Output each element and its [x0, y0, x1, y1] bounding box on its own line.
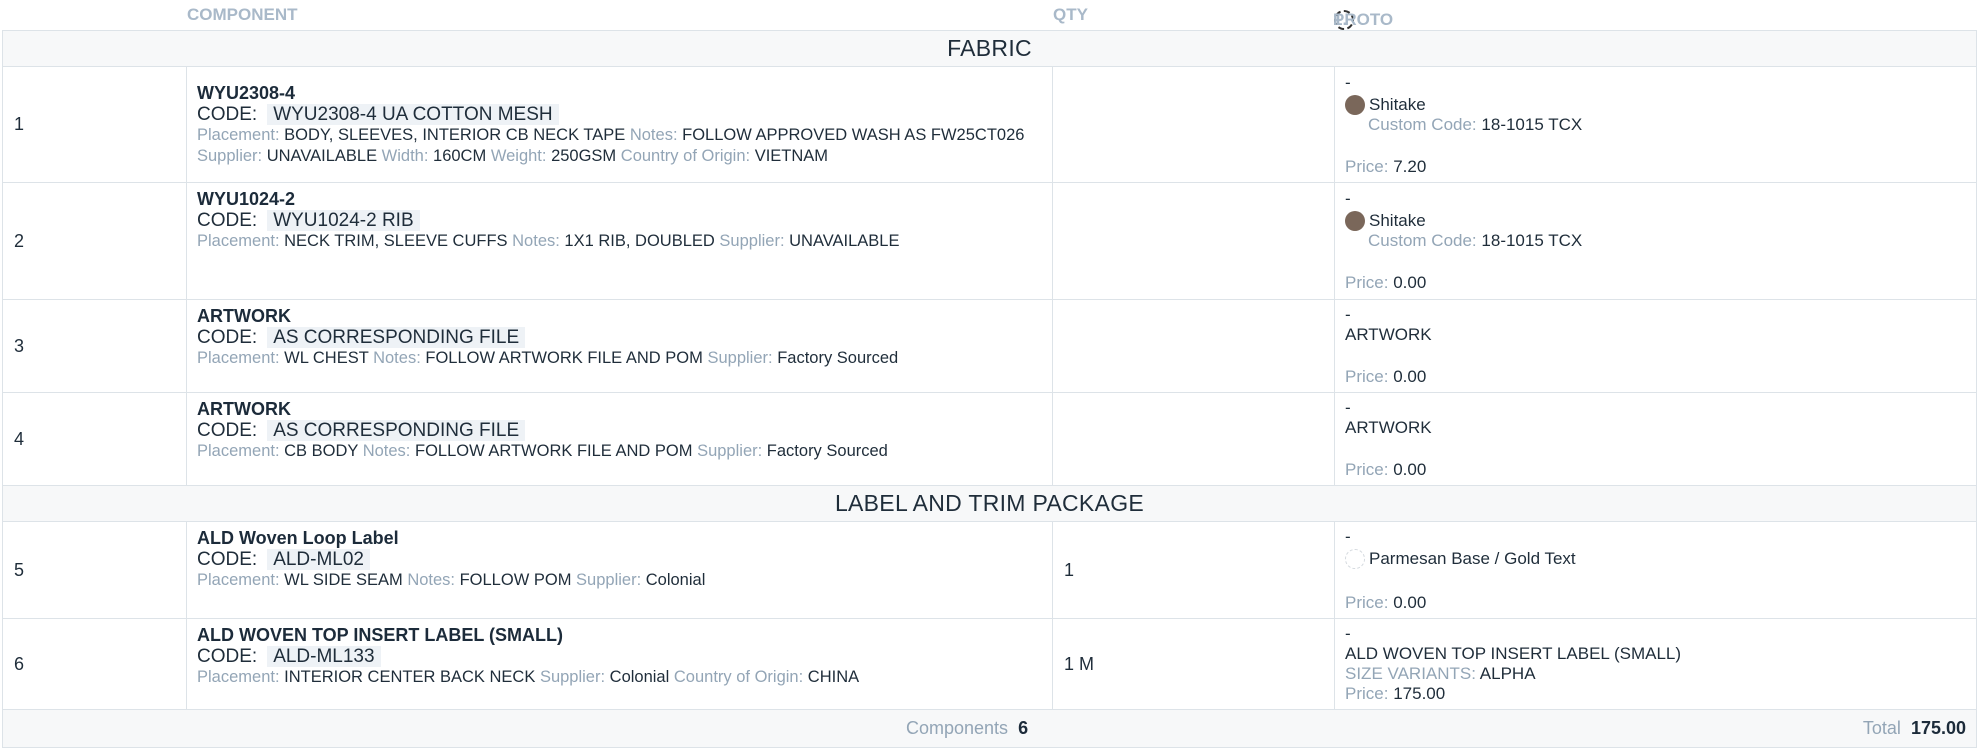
code-value: WYU2308-4 UA COTTON MESH — [267, 103, 559, 125]
total-summary: Total 175.00 — [1862, 718, 1966, 738]
component-meta: Placement: WL CHEST Notes: FOLLOW ARTWOR… — [197, 349, 899, 367]
color-dot-icon — [1345, 94, 1365, 115]
table-row[interactable]: 1 WYU2308-4 CODE: WYU2308-4 UA COTTON MES… — [2, 66, 1977, 183]
component-name: WYU2308-4 — [197, 82, 296, 103]
table-row[interactable]: 3 ARTWORK CODE: AS CORRESPONDING FILE Pla… — [2, 299, 1977, 393]
component-name: WYU1024-2 — [197, 189, 296, 209]
component-cell: WYU2308-4 CODE: WYU2308-4 UA COTTON MESH … — [186, 66, 1053, 183]
proto-cell[interactable]: - Parmesan Base / Gold Text Price: 0.00 — [1334, 521, 1977, 619]
qty-cell[interactable] — [1052, 66, 1335, 183]
qty-cell[interactable] — [1052, 299, 1335, 393]
color-dot-icon — [1345, 211, 1365, 231]
component-cell: ALD Woven Loop Label CODE: ALD-ML02 Place… — [186, 521, 1053, 619]
component-name: ARTWORK — [197, 306, 291, 326]
row-number: 6 — [2, 618, 187, 710]
code-line: CODE: AS CORRESPONDING FILE — [197, 327, 1042, 348]
component-meta: Placement: BODY, SLEEVES, INTERIOR CB NE… — [197, 125, 1025, 165]
section-row-label-trim: LABEL AND TRIM PACKAGE — [2, 485, 1977, 522]
price: Price: 0.00 — [1345, 367, 1427, 386]
component-cell: ARTWORK CODE: AS CORRESPONDING FILE Place… — [186, 299, 1053, 393]
component-name: ALD WOVEN TOP INSERT LABEL (SMALL) — [197, 625, 564, 645]
code-line: CODE: ALD-ML02 — [197, 549, 1042, 570]
row-number: 3 — [2, 299, 187, 393]
proto-cell[interactable]: - Shitake Custom Code: 18-1015 TCX Price… — [1334, 182, 1977, 300]
size-variants: SIZE VARIANTS: ALPHA — [1345, 664, 1536, 683]
section-row-fabric: FABRIC — [2, 30, 1977, 67]
row-number: 2 — [2, 182, 187, 300]
color-dot-icon — [1345, 549, 1365, 569]
component-cell: WYU1024-2 CODE: WYU1024-2 RIB Placement: … — [186, 182, 1053, 300]
color-swatch: Shitake — [1345, 211, 1966, 231]
color-name: Shitake — [1369, 94, 1426, 114]
proto-text: ARTWORK — [1345, 418, 1432, 437]
code-value: ALD-ML133 — [267, 646, 381, 667]
code-value: WYU1024-2 RIB — [267, 210, 420, 231]
column-header-component: COMPONENT — [187, 5, 298, 24]
qty-cell[interactable] — [1052, 392, 1335, 486]
component-meta: Placement: INTERIOR CENTER BACK NECK Sup… — [197, 668, 860, 686]
code-line: CODE: WYU1024-2 RIB — [197, 210, 1042, 231]
components-summary: Components 6 — [906, 718, 1029, 738]
code-value: AS CORRESPONDING FILE — [267, 420, 526, 441]
code-line: CODE: ALD-ML133 — [197, 646, 1042, 667]
section-title: FABRIC — [2, 30, 1977, 67]
table-row[interactable]: 6 ALD WOVEN TOP INSERT LABEL (SMALL) COD… — [2, 618, 1977, 710]
table-row[interactable]: 2 WYU1024-2 CODE: WYU1024-2 RIB Placement… — [2, 182, 1977, 300]
row-number: 5 — [2, 521, 187, 619]
proto-cell[interactable]: - ARTWORK Price: 0.00 — [1334, 299, 1977, 393]
price: Price: 0.00 — [1345, 273, 1427, 292]
proto-label: PROTO — [1333, 10, 1394, 29]
proto-text: ALD WOVEN TOP INSERT LABEL (SMALL) — [1345, 644, 1682, 663]
custom-code: Custom Code: 18-1015 TCX — [1368, 231, 1583, 250]
color-swatch: Shitake — [1345, 94, 1966, 115]
proto-text: ARTWORK — [1345, 325, 1432, 344]
code-line: CODE: WYU2308-4 UA COTTON MESH — [197, 103, 1042, 125]
summary-footer: Components 6 Total 175.00 — [2, 709, 1977, 748]
color-name: Parmesan Base / Gold Text — [1369, 549, 1576, 568]
row-number: 4 — [2, 392, 187, 486]
qty-cell[interactable] — [1052, 182, 1335, 300]
table-row[interactable]: 4 ARTWORK CODE: AS CORRESPONDING FILE Pla… — [2, 392, 1977, 486]
qty-cell[interactable]: 1 — [1052, 521, 1335, 619]
color-name: Shitake — [1369, 211, 1426, 230]
component-name: ARTWORK — [197, 399, 291, 419]
price: Price: 0.00 — [1345, 593, 1427, 612]
footer-cell: Components 6 Total 175.00 — [2, 709, 1977, 748]
qty-cell[interactable]: 1 M — [1052, 618, 1335, 710]
code-value: AS CORRESPONDING FILE — [267, 327, 526, 348]
proto-cell[interactable]: - ALD WOVEN TOP INSERT LABEL (SMALL) SIZ… — [1334, 618, 1977, 710]
custom-code: Custom Code: 18-1015 TCX — [1368, 114, 1583, 134]
component-meta: Placement: CB BODY Notes: FOLLOW ARTWORK… — [197, 442, 888, 460]
column-header-bar: COMPONENT QTY 1. PROTO — [0, 0, 1978, 30]
bom-table: FABRIC 1 WYU2308-4 CODE: WYU2308-4 UA COT… — [2, 30, 1977, 748]
price: Price: 7.20 — [1345, 156, 1427, 176]
component-name: ALD Woven Loop Label — [197, 528, 399, 548]
component-cell: ALD WOVEN TOP INSERT LABEL (SMALL) CODE:… — [186, 618, 1053, 710]
price: Price: 0.00 — [1345, 460, 1427, 479]
proto-cell[interactable]: - Shitake Custom Code: 18-1015 TCX Price… — [1334, 66, 1977, 183]
table-row[interactable]: 5 ALD Woven Loop Label CODE: ALD-ML02 Pla… — [2, 521, 1977, 619]
section-title: LABEL AND TRIM PACKAGE — [2, 485, 1977, 522]
component-cell: ARTWORK CODE: AS CORRESPONDING FILE Place… — [186, 392, 1053, 486]
price: Price: 175.00 — [1345, 684, 1446, 703]
color-swatch: Parmesan Base / Gold Text — [1345, 549, 1966, 569]
proto-cell[interactable]: - ARTWORK Price: 0.00 — [1334, 392, 1977, 486]
code-value: ALD-ML02 — [267, 549, 371, 570]
column-header-qty: QTY — [1053, 5, 1088, 24]
code-line: CODE: AS CORRESPONDING FILE — [197, 420, 1042, 441]
component-meta: Placement: NECK TRIM, SLEEVE CUFFS Notes… — [197, 232, 900, 250]
row-number: 1 — [2, 66, 187, 183]
component-meta: Placement: WL SIDE SEAM Notes: FOLLOW PO… — [197, 571, 706, 589]
